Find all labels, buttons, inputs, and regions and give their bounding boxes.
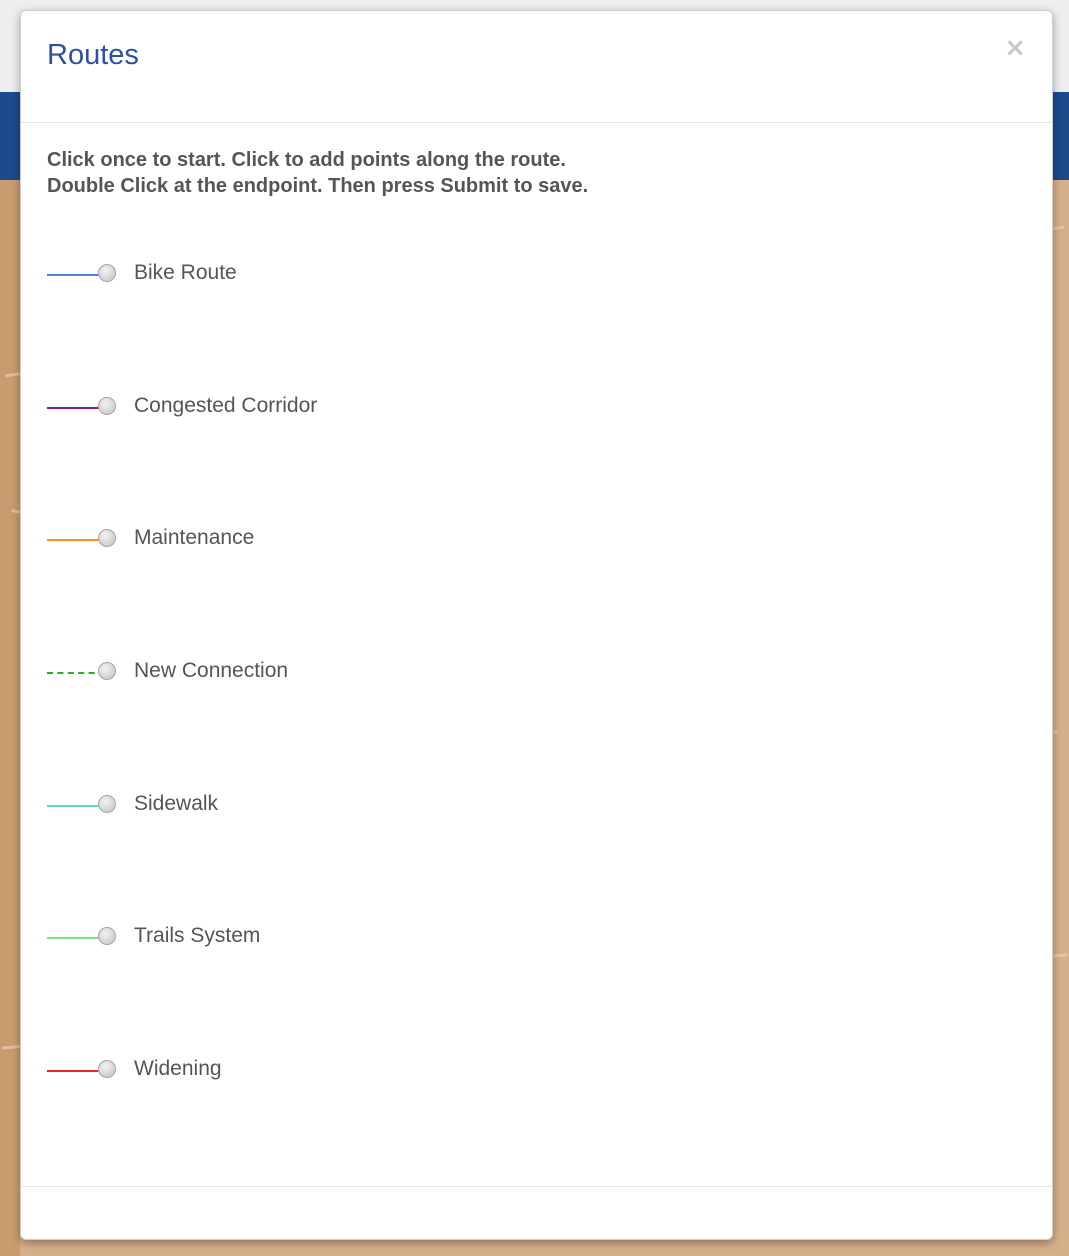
route-label: Maintenance: [134, 526, 255, 550]
route-radio-button[interactable]: [98, 662, 116, 681]
route-line-swatch-icon: [47, 274, 105, 276]
instruction-line-1: Click once to start. Click to add points…: [47, 149, 566, 171]
route-radio-button[interactable]: [98, 264, 116, 282]
route-line-swatch-icon: [47, 406, 105, 409]
dialog-footer: [21, 1186, 1052, 1239]
route-radio-button[interactable]: [98, 1060, 116, 1079]
route-label: Congested Corridor: [134, 393, 318, 417]
route-line-swatch-icon: [47, 804, 105, 807]
route-label: Trails System: [134, 924, 261, 948]
route-line-swatch-icon: [47, 539, 105, 542]
route-line-swatch-icon: [47, 937, 105, 940]
map-left-edge: [0, 180, 20, 1256]
route-line-swatch-icon: [47, 672, 105, 675]
route-radio-button[interactable]: [98, 396, 116, 415]
close-icon[interactable]: ×: [1004, 35, 1026, 61]
dialog-title: Routes: [47, 39, 139, 71]
instruction-text: Click once to start. Click to add points…: [47, 147, 1026, 199]
instruction-line-2: Double Click at the endpoint. Then press…: [47, 175, 589, 197]
route-label: Bike Route: [134, 261, 237, 284]
route-label: Widening: [134, 1057, 222, 1081]
dialog-header: Routes ×: [21, 11, 1052, 123]
route-label: New Connection: [134, 659, 289, 683]
routes-dialog: Routes × Click once to start. Click to a…: [20, 10, 1053, 1240]
route-line-swatch-icon: [47, 1070, 105, 1073]
route-label: Sidewalk: [134, 791, 219, 815]
route-radio-button[interactable]: [98, 529, 116, 548]
route-radio-button[interactable]: [98, 794, 116, 813]
route-radio-button[interactable]: [98, 927, 116, 946]
dialog-body: Click once to start. Click to add points…: [47, 147, 1026, 1080]
